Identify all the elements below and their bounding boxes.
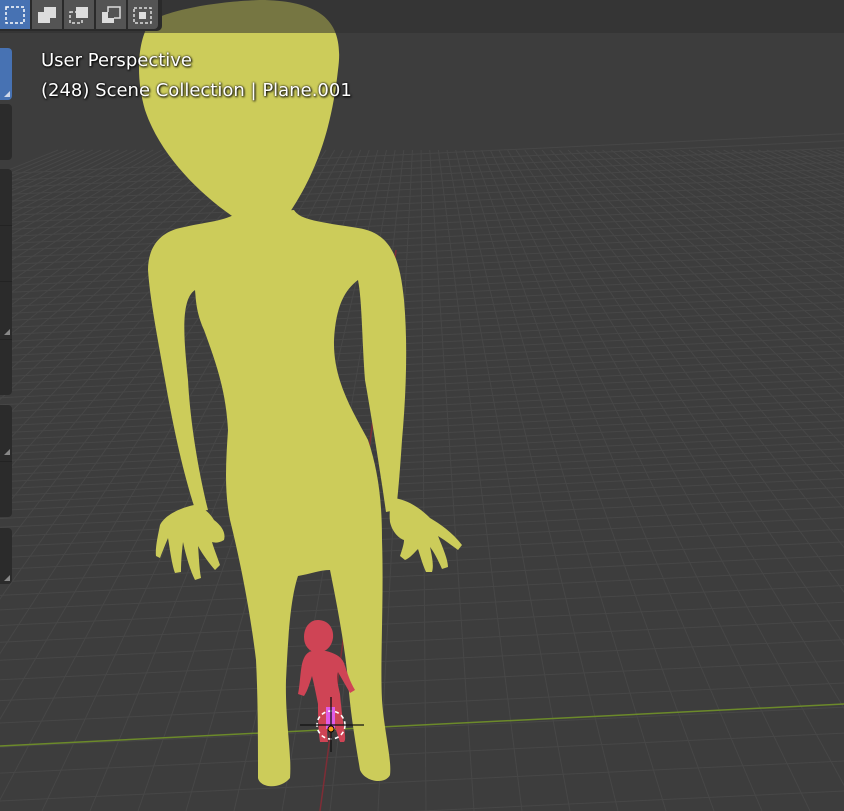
select-new-icon: [5, 5, 25, 24]
select-invert-button[interactable]: [96, 0, 126, 29]
3d-viewport[interactable]: [0, 0, 844, 811]
expand-corner-icon: [4, 575, 10, 581]
select-extend-button[interactable]: [32, 0, 62, 29]
toolbar-annotate-group[interactable]: [0, 405, 12, 517]
small-figure-head: [304, 620, 334, 652]
toolbar-separator: [0, 461, 12, 462]
expand-corner-icon: [4, 329, 10, 335]
toolbar-separator: [0, 339, 12, 340]
select-extend-icon: [38, 6, 56, 23]
toolbar-transform-group[interactable]: [0, 169, 12, 395]
selection-mode-group: [0, 0, 162, 31]
expand-corner-icon: [4, 91, 10, 97]
active-object-name: Plane.001: [262, 80, 352, 101]
select-subtract-icon: [69, 6, 88, 24]
scene-info-line: (248) Scene Collection | Plane.001: [41, 80, 352, 101]
toolbar-separator: [0, 225, 12, 226]
info-separator: |: [250, 80, 257, 101]
collection-name: Scene Collection: [95, 80, 245, 101]
toolbar-tool-select[interactable]: [0, 48, 12, 100]
origin-point: [327, 725, 335, 733]
expand-corner-icon: [4, 449, 10, 455]
toolbar-add-group[interactable]: [0, 528, 12, 584]
select-intersect-icon: [133, 6, 152, 24]
select-subtract-button[interactable]: [64, 0, 94, 29]
frame-number: (248): [41, 80, 90, 101]
toolbar-tool-cursor[interactable]: [0, 104, 12, 160]
toolbar-separator: [0, 281, 12, 282]
select-new-button[interactable]: [0, 0, 30, 29]
select-intersect-button[interactable]: [128, 0, 158, 29]
select-invert-icon: [102, 5, 121, 23]
view-perspective-label: User Perspective: [41, 50, 192, 71]
